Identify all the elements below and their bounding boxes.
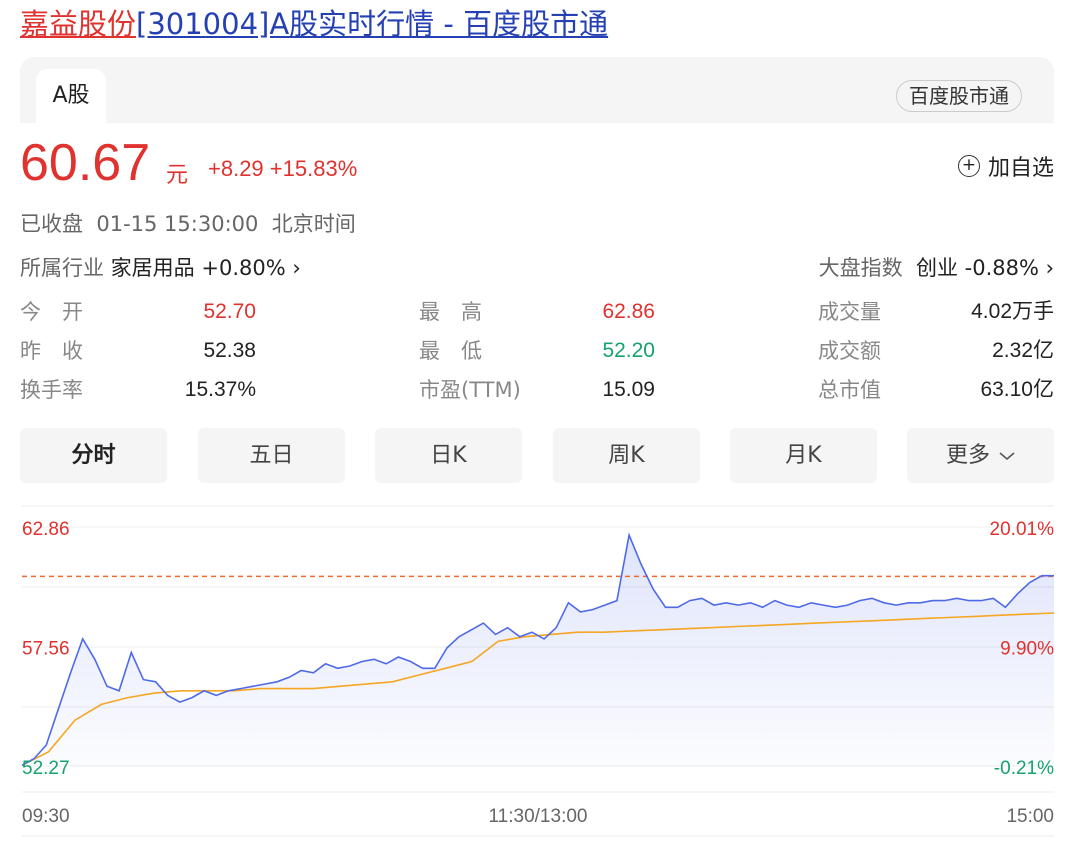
market-index-value: 创业 -0.88% › — [915, 256, 1054, 280]
amount-label: 成交额 — [818, 339, 881, 363]
market-index-link[interactable]: 大盘指数 创业 -0.88% › — [819, 252, 1054, 282]
plus-circle-icon: + — [957, 155, 980, 177]
intraday-chart[interactable]: 62.86 57.56 52.27 20.01% 9.90% -0.21% 09:30 11:… — [0, 500, 1080, 844]
y-axis-left-label: 57.56 — [22, 639, 70, 660]
chevron-down-icon — [999, 452, 1015, 461]
add-watchlist-button[interactable]: + 加自选 — [957, 150, 1054, 182]
tab-a-share[interactable]: A股 — [36, 69, 106, 123]
x-axis-label: 09:30 — [22, 806, 70, 827]
tab-more[interactable]: 更多 — [907, 428, 1054, 483]
high-value: 62.86 — [602, 300, 655, 323]
market-tab-bar: A股 百度股市通 — [20, 57, 1054, 123]
low-value: 52.20 — [602, 339, 655, 362]
turnover-label: 换手率 — [20, 378, 83, 402]
price-change: +8.29 +15.83% — [208, 156, 357, 182]
tab-five-day[interactable]: 五日 — [198, 428, 345, 483]
prev-close-label: 昨 收 — [20, 339, 83, 363]
market-cap-value: 63.10亿 — [980, 378, 1054, 401]
y-axis-right-label: -0.21% — [994, 758, 1054, 779]
industry-link[interactable]: 所属行业 家居用品 +0.80% › — [20, 252, 301, 282]
tab-weekly-k[interactable]: 周K — [553, 428, 700, 483]
market-index-label: 大盘指数 — [818, 256, 903, 280]
x-axis-label: 15:00 — [1006, 806, 1054, 827]
current-price: 60.67 — [20, 134, 151, 192]
tab-monthly-k[interactable]: 月K — [730, 428, 877, 483]
tab-daily-k[interactable]: 日K — [375, 428, 522, 483]
high-label: 最 高 — [419, 300, 482, 324]
pe-value: 15.09 — [602, 378, 655, 401]
open-label: 今 开 — [20, 300, 83, 324]
price-unit: 元 — [166, 163, 189, 188]
amount-value: 2.32亿 — [992, 339, 1054, 362]
pe-label: 市盈(TTM) — [419, 378, 521, 402]
add-watchlist-label: 加自选 — [987, 156, 1054, 181]
tab-more-label: 更多 — [945, 443, 990, 468]
y-axis-left-label: 52.27 — [22, 758, 70, 779]
industry-value: 家居用品 +0.80% › — [110, 256, 301, 280]
page-title[interactable]: 嘉益股份[301004]A股实时行情 - 百度股市通 — [20, 4, 608, 44]
turnover-value: 15.37% — [184, 378, 256, 401]
price-area — [22, 535, 1054, 766]
market-cap-label: 总市值 — [818, 378, 881, 402]
volume-label: 成交量 — [818, 300, 881, 324]
change-amount: +8.29 — [208, 156, 264, 181]
y-axis-right-label: 9.90% — [1000, 639, 1054, 660]
source-badge[interactable]: 百度股市通 — [896, 80, 1022, 112]
industry-label: 所属行业 — [20, 256, 104, 280]
prev-close-value: 52.38 — [203, 339, 256, 362]
x-axis-label: 11:30/13:00 — [489, 806, 588, 827]
y-axis-left-label: 62.86 — [22, 519, 70, 540]
volume-value: 4.02万手 — [971, 300, 1054, 323]
open-value: 52.70 — [203, 300, 256, 323]
stock-name-link[interactable]: 嘉益股份 — [20, 7, 136, 41]
title-link[interactable]: [301004]A股实时行情 - 百度股市通 — [136, 7, 608, 41]
low-label: 最 低 — [419, 339, 482, 363]
y-axis-right-label: 20.01% — [990, 519, 1055, 540]
change-percent: +15.83% — [269, 156, 358, 181]
tab-intraday[interactable]: 分时 — [20, 428, 167, 483]
market-status: 已收盘 01-15 15:30:00 北京时间 — [20, 212, 356, 236]
